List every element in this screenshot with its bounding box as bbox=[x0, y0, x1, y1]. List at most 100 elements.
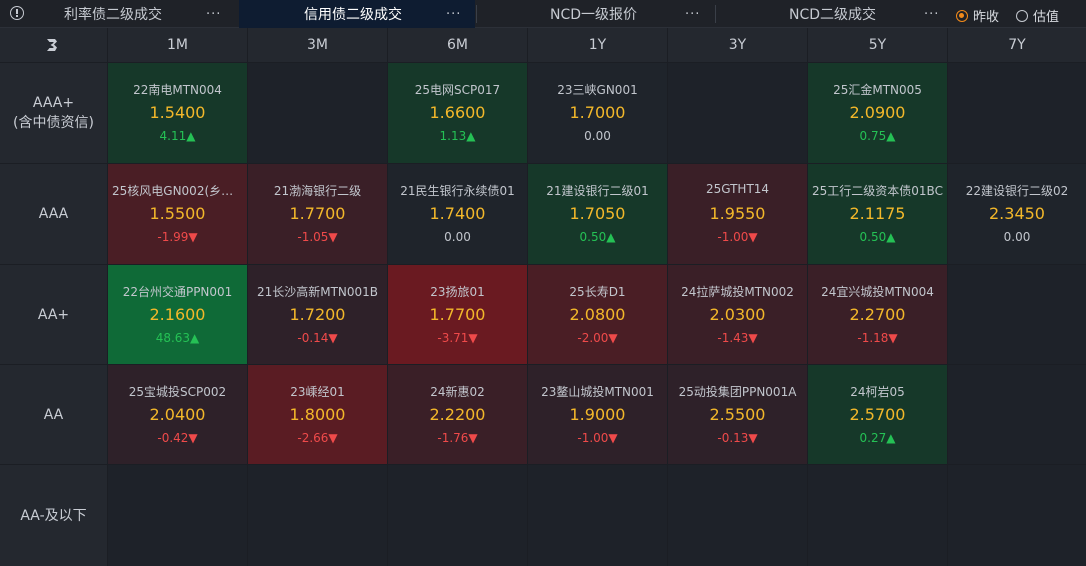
bond-cell[interactable]: 21长沙高新MTN001B 1.7200 -0.14▼ bbox=[248, 265, 387, 364]
tab-rate-bond[interactable]: 利率债二级成交 ··· bbox=[28, 0, 238, 28]
bond-change-bp: -1.00▼ bbox=[717, 230, 758, 244]
bond-cell[interactable]: 21民生银行永续债01 1.7400 0.00 bbox=[388, 164, 527, 264]
column-header-3M: 3M bbox=[248, 28, 387, 62]
bond-cell[interactable]: 25GTHT14 1.9550 -1.00▼ bbox=[668, 164, 807, 264]
bond-change-bp: -0.13▼ bbox=[717, 431, 758, 445]
bond-change-bp: -1.99▼ bbox=[157, 230, 198, 244]
bond-name: 25汇金MTN005 bbox=[833, 83, 922, 97]
bond-cell[interactable]: 25工行二级资本债01BC 2.1175 0.50▲ bbox=[808, 164, 947, 264]
tab-ncd-secondary[interactable]: NCD二级成交 ··· bbox=[716, 0, 948, 28]
bond-cell[interactable]: 25核风电GN002(乡村... 1.5500 -1.99▼ bbox=[108, 164, 247, 264]
bond-yield: 2.0400 bbox=[149, 405, 206, 424]
tab-label: 信用债二级成交 bbox=[304, 7, 402, 23]
bond-cell[interactable]: 22建设银行二级02 2.3450 0.00 bbox=[948, 164, 1086, 264]
empty-cell bbox=[388, 465, 527, 566]
radio-prev-close[interactable]: 昨收 bbox=[956, 6, 999, 25]
bond-name: 21民生银行永续债01 bbox=[400, 184, 515, 198]
bond-change-bp: -3.71▼ bbox=[437, 331, 478, 345]
bond-cell[interactable]: 24拉萨城投MTN002 2.0300 -1.43▼ bbox=[668, 265, 807, 364]
tab-bar: 利率债二级成交 ··· 信用债二级成交 ··· NCD一级报价 ··· NCD二… bbox=[0, 0, 1086, 28]
radio-label: 估值 bbox=[1033, 10, 1060, 25]
bond-change-bp: -1.76▼ bbox=[437, 431, 478, 445]
empty-cell bbox=[948, 265, 1086, 364]
bond-cell[interactable]: 25电网SCP017 1.6600 1.13▲ bbox=[388, 63, 527, 163]
empty-cell bbox=[668, 465, 807, 566]
radio-valuation[interactable]: 估值 bbox=[1016, 6, 1059, 25]
bond-cell[interactable]: 21建设银行二级01 1.7050 0.50▲ bbox=[528, 164, 667, 264]
bond-name: 25电网SCP017 bbox=[414, 83, 501, 97]
bond-yield: 2.1175 bbox=[849, 204, 906, 223]
more-icon[interactable]: ··· bbox=[685, 7, 700, 22]
row-label: AA-及以下 bbox=[0, 465, 107, 566]
bond-cell[interactable]: 24新惠02 2.2200 -1.76▼ bbox=[388, 365, 527, 464]
bond-yield: 1.7700 bbox=[429, 305, 486, 324]
bond-yield: 2.3450 bbox=[989, 204, 1045, 223]
bond-yield: 2.2700 bbox=[849, 305, 906, 324]
bond-cell[interactable]: 21渤海银行二级 1.7700 -1.05▼ bbox=[248, 164, 387, 264]
tab-label: 利率债二级成交 bbox=[64, 7, 162, 23]
bond-name: 21建设银行二级01 bbox=[546, 184, 649, 198]
tab-label: NCD一级报价 bbox=[550, 7, 638, 23]
bond-name: 21长沙高新MTN001B bbox=[256, 285, 379, 299]
bond-change-bp: 0.00 bbox=[444, 230, 471, 244]
radio-checked-icon bbox=[956, 9, 968, 22]
bond-yield: 2.5500 bbox=[709, 405, 766, 424]
bond-yield: 2.5700 bbox=[849, 405, 906, 424]
bond-yield: 1.5500 bbox=[149, 204, 206, 223]
bond-cell[interactable]: 25宝城投SCP002 2.0400 -0.42▼ bbox=[108, 365, 247, 464]
bond-change-bp: -0.14▼ bbox=[297, 331, 338, 345]
column-header-1M: 1M bbox=[108, 28, 247, 62]
bond-change-bp: -1.18▼ bbox=[857, 331, 898, 345]
bond-change-bp: -1.05▼ bbox=[297, 230, 338, 244]
more-icon[interactable]: ··· bbox=[206, 7, 221, 22]
empty-cell bbox=[248, 63, 387, 163]
bond-name: 23扬旅01 bbox=[430, 285, 485, 299]
bond-cell[interactable]: 23嵊经01 1.8000 -2.66▼ bbox=[248, 365, 387, 464]
bond-change-bp: 0.00 bbox=[1003, 230, 1031, 244]
bond-cell[interactable]: 25汇金MTN005 2.0900 0.75▲ bbox=[808, 63, 947, 163]
bond-yield: 1.9000 bbox=[569, 405, 626, 424]
bond-name: 24拉萨城投MTN002 bbox=[681, 285, 794, 299]
more-icon[interactable]: ··· bbox=[924, 7, 939, 22]
bond-cell[interactable]: 22台州交通PPN001 2.1600 48.63▲ bbox=[108, 265, 247, 364]
info-icon[interactable] bbox=[10, 6, 24, 20]
bond-change-bp: 0.50▲ bbox=[859, 230, 896, 244]
empty-cell bbox=[668, 63, 807, 163]
bond-cell[interactable]: 23三峡GN001 1.7000 0.00 bbox=[528, 63, 667, 163]
bond-name: 24新惠02 bbox=[430, 385, 485, 399]
empty-cell bbox=[948, 63, 1086, 163]
column-header-6M: 6M bbox=[388, 28, 527, 62]
bond-cell[interactable]: 24宜兴城投MTN004 2.2700 -1.18▼ bbox=[808, 265, 947, 364]
bond-cell[interactable]: 25动投集团PPN001A 2.5500 -0.13▼ bbox=[668, 365, 807, 464]
bond-yield: 1.7000 bbox=[569, 103, 626, 122]
bond-change-bp: 1.13▲ bbox=[439, 129, 476, 143]
empty-cell bbox=[528, 465, 667, 566]
bond-name: 25长寿D1 bbox=[569, 285, 626, 299]
column-header-1Y: 1Y bbox=[528, 28, 667, 62]
more-icon[interactable]: ··· bbox=[446, 7, 461, 22]
bond-name: 25GTHT14 bbox=[705, 182, 770, 196]
tab-ncd-primary[interactable]: NCD一级报价 ··· bbox=[477, 0, 715, 28]
bond-yield: 1.6600 bbox=[429, 103, 486, 122]
empty-cell bbox=[108, 465, 247, 566]
bond-name: 23嵊经01 bbox=[290, 385, 345, 399]
bond-change-bp: 0.00 bbox=[584, 129, 611, 143]
empty-cell bbox=[948, 465, 1086, 566]
rating-tenor-grid: 1M 3M 6M 1Y 3Y 5Y 7Y AAA+ (含中债资信) 22南电MTN004 1.5… bbox=[0, 28, 1086, 566]
bond-cell[interactable]: 22南电MTN004 1.5400 4.11▲ bbox=[108, 63, 247, 163]
bond-change-bp: -2.66▼ bbox=[297, 431, 338, 445]
bond-name: 25核风电GN002(乡村... bbox=[112, 184, 243, 198]
tab-credit-bond[interactable]: 信用债二级成交 ··· bbox=[239, 0, 475, 28]
row-label: AA bbox=[0, 365, 107, 464]
bond-cell[interactable]: 23鳌山城投MTN001 1.9000 -1.00▼ bbox=[528, 365, 667, 464]
bond-name: 23三峡GN001 bbox=[557, 83, 638, 97]
column-header-5Y: 5Y bbox=[808, 28, 947, 62]
bond-change-bp: -1.00▼ bbox=[577, 431, 618, 445]
bond-cell[interactable]: 25长寿D1 2.0800 -2.00▼ bbox=[528, 265, 667, 364]
bond-cell[interactable]: 23扬旅01 1.7700 -3.71▼ bbox=[388, 265, 527, 364]
row-label: AAA+ (含中债资信) bbox=[0, 63, 107, 163]
bond-yield: 1.7200 bbox=[289, 305, 346, 324]
bond-cell[interactable]: 24柯岩05 2.5700 0.27▲ bbox=[808, 365, 947, 464]
bond-name: 23鳌山城投MTN001 bbox=[541, 385, 654, 399]
bond-yield: 1.5400 bbox=[149, 103, 206, 122]
